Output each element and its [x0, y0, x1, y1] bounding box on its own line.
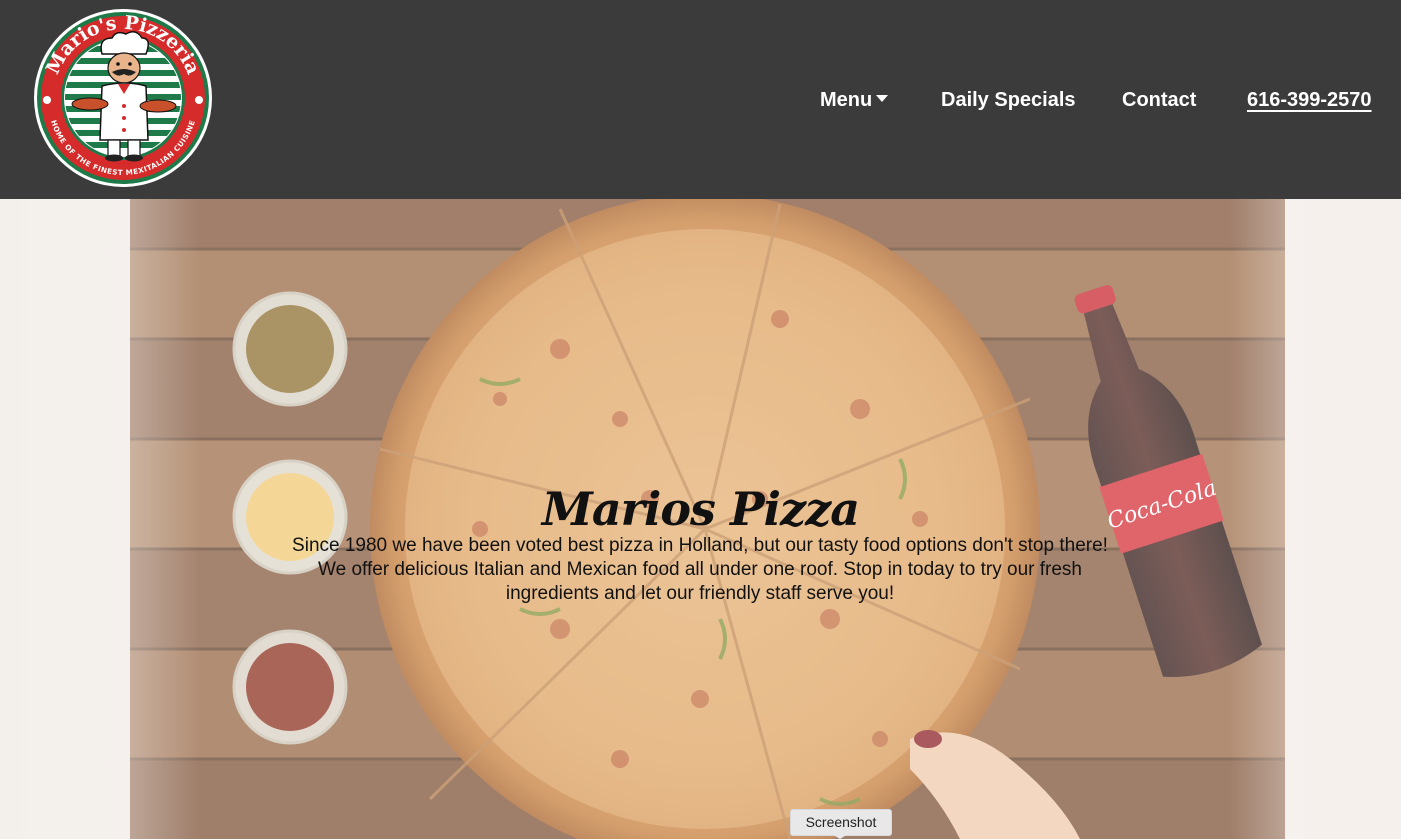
nav-menu-label: Menu — [820, 89, 873, 111]
tooltip-arrow — [832, 834, 848, 839]
hero-section: Coca-Cola Marios Pizza Since 1980 we hav… — [0, 199, 1401, 839]
site-header: Mario's Pizzeria HOME OF THE FINEST MEXI… — [0, 0, 1401, 199]
hero-description: Since 1980 we have been voted best pizza… — [292, 535, 1108, 604]
caret-down-icon — [876, 95, 889, 103]
nav-daily-specials[interactable]: Daily Specials — [941, 86, 1076, 114]
nav-phone-link[interactable]: 616-399-2570 — [1247, 86, 1372, 114]
screenshot-tooltip: Screenshot — [790, 809, 892, 836]
nav-contact[interactable]: Contact — [1122, 86, 1196, 114]
hero-title: Marios Pizza — [541, 481, 860, 536]
nav-menu-dropdown[interactable]: Menu — [820, 86, 889, 114]
main-nav: Menu Daily Specials Contact 616-399-2570 — [0, 86, 1377, 114]
